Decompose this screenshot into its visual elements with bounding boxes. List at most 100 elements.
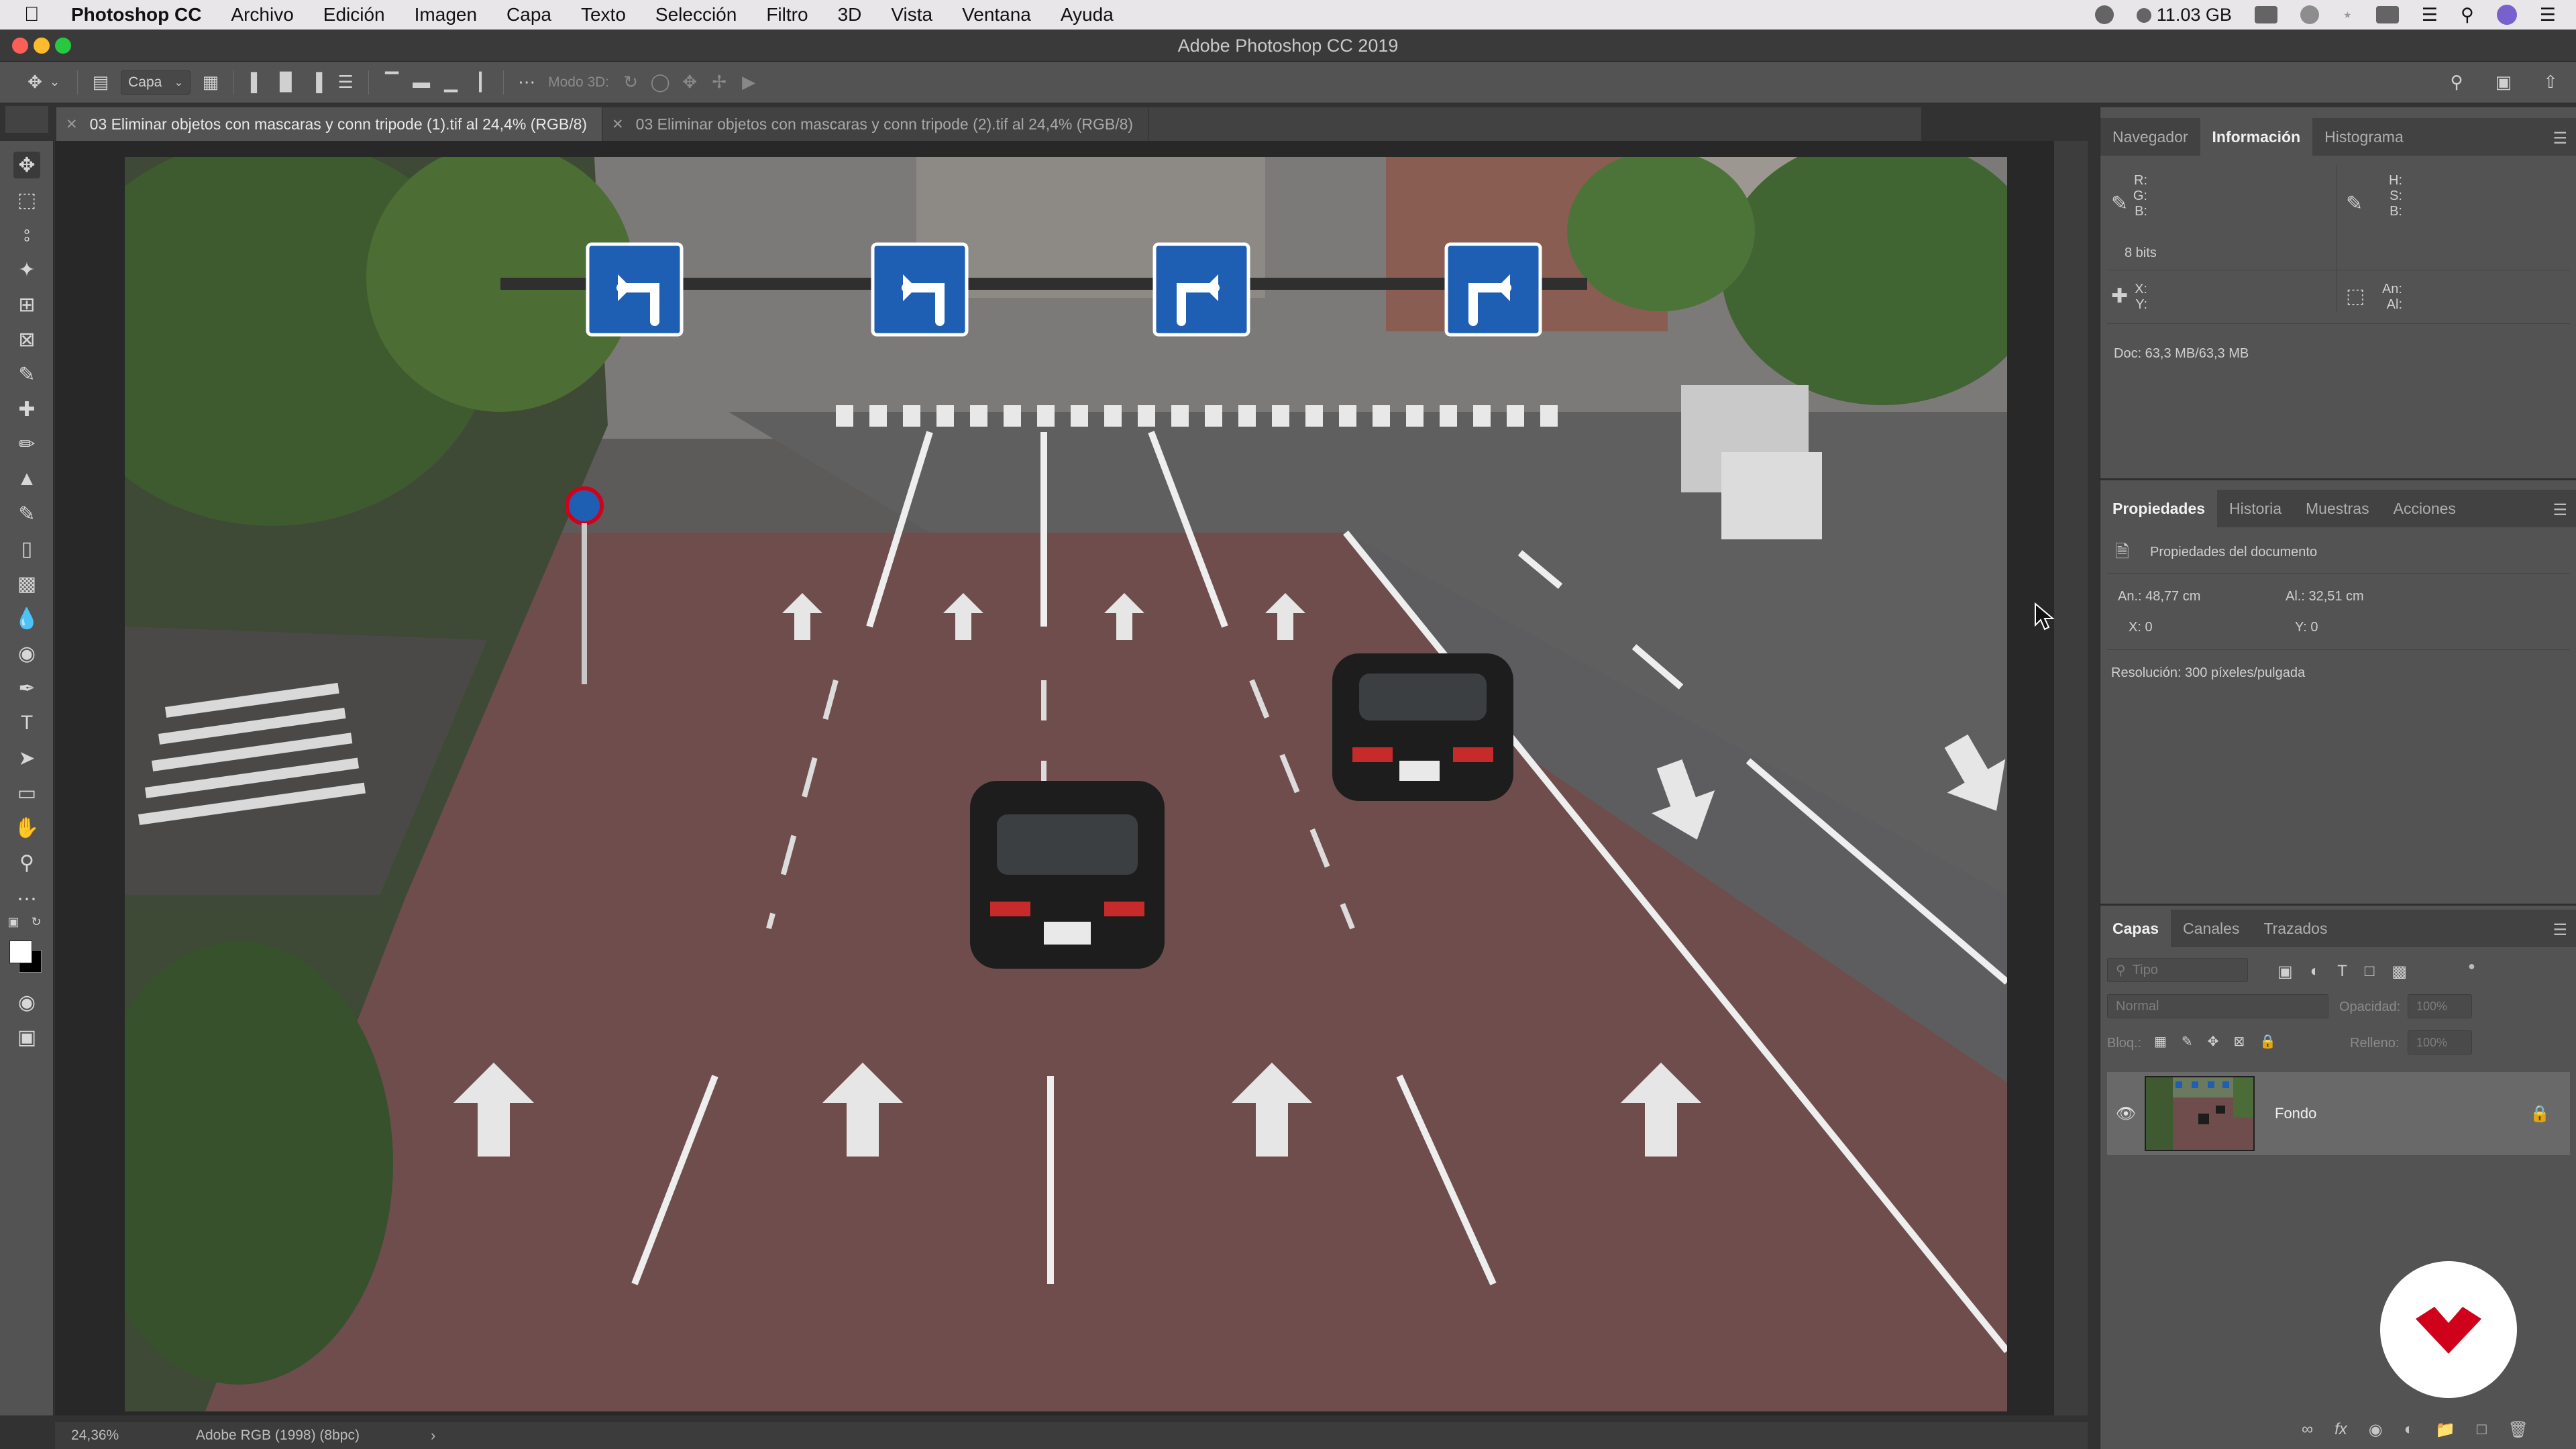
menu-texto[interactable]: Texto <box>566 4 641 25</box>
more-options-icon[interactable]: ⋯ <box>512 68 541 97</box>
healing-brush-tool-icon[interactable]: ✚ <box>13 396 40 423</box>
menu-3d[interactable]: 3D <box>823 4 877 25</box>
vertical-scrollbar[interactable] <box>2054 141 2088 1415</box>
new-layer-icon[interactable]: □ <box>2477 1420 2487 1440</box>
layer-filter-select[interactable]: ⚲ Tipo <box>2107 958 2248 982</box>
document-canvas[interactable] <box>125 157 2007 1411</box>
notification-center-icon[interactable]: ☰ <box>2540 5 2556 25</box>
lock-all-icon[interactable]: 🔒 <box>2259 1033 2276 1050</box>
close-tab-icon[interactable]: ✕ <box>612 116 624 133</box>
layer-name[interactable]: Fondo <box>2275 1105 2316 1122</box>
filter-shape-icon[interactable]: □ <box>2365 962 2375 981</box>
tab-propiedades[interactable]: Propiedades <box>2100 490 2218 527</box>
blur-tool-icon[interactable]: 💧 <box>13 605 40 632</box>
eraser-tool-icon[interactable]: ▯ <box>13 535 40 562</box>
tool-preset-dropdown-icon[interactable]: ⌄ <box>50 75 60 89</box>
move-tool-icon[interactable]: ✥ <box>13 152 40 178</box>
auto-select-target-select[interactable]: Capa ⌄ <box>121 70 191 95</box>
quick-selection-tool-icon[interactable]: ✦ <box>13 256 40 283</box>
bluetooth-icon[interactable]: ⋆ <box>2342 5 2353 25</box>
filter-pixel-icon[interactable]: ▣ <box>2277 962 2293 981</box>
pen-tool-icon[interactable]: ✒ <box>13 675 40 702</box>
panel-menu-icon[interactable]: ☰ <box>2553 920 2567 940</box>
distribute-h-icon[interactable]: ☰ <box>331 68 360 97</box>
zoom-tool-icon[interactable]: ⚲ <box>13 849 40 876</box>
screen-mode-icon[interactable]: ▣ <box>13 1024 40 1051</box>
filter-adjustment-icon[interactable]: ◐ <box>2310 962 2320 981</box>
history-brush-tool-icon[interactable]: ✎ <box>13 500 40 527</box>
lock-image-icon[interactable]: ✎ <box>2182 1033 2193 1050</box>
tab-trazados[interactable]: Trazados <box>2251 910 2339 947</box>
tab-muestras[interactable]: Muestras <box>2294 490 2381 527</box>
canvas-workspace[interactable] <box>55 141 2054 1415</box>
document-tab-2[interactable]: ✕ 03 Eliminar objetos con mascaras y con… <box>602 107 1149 141</box>
brush-tool-icon[interactable]: ✏ <box>13 431 40 458</box>
siri-icon[interactable] <box>2496 5 2517 25</box>
link-layers-icon[interactable]: ∞ <box>2302 1420 2313 1440</box>
show-transform-controls-icon[interactable]: ▦ <box>196 68 225 97</box>
search-icon[interactable]: ⚲ <box>2442 68 2471 97</box>
layer-row-fondo[interactable]: 👁 Fondo 🔒 <box>2107 1072 2570 1155</box>
sync-icon[interactable] <box>2300 5 2319 24</box>
display-icon[interactable] <box>2254 6 2277 23</box>
foreground-color-swatch[interactable] <box>9 941 32 963</box>
menu-ayuda[interactable]: Ayuda <box>1046 4 1128 25</box>
filter-type-icon[interactable]: T <box>2337 962 2347 981</box>
lock-transparent-icon[interactable]: ▦ <box>2154 1033 2167 1050</box>
quick-mask-icon[interactable]: ◉ <box>13 989 40 1016</box>
fill-input[interactable]: 100% <box>2408 1030 2472 1055</box>
tab-capas[interactable]: Capas <box>2100 910 2171 947</box>
workspace-switcher-icon[interactable]: ▣ <box>2489 68 2518 97</box>
tab-informacion[interactable]: Información <box>2200 118 2313 156</box>
layer-style-icon[interactable]: fx <box>2334 1420 2347 1440</box>
spotlight-search-icon[interactable]: ⚲ <box>2461 5 2474 25</box>
rectangle-tool-icon[interactable]: ▭ <box>13 780 40 806</box>
edit-toolbar-icon[interactable]: ⋯ <box>13 885 40 912</box>
menu-edicion[interactable]: Edición <box>309 4 400 25</box>
tab-acciones[interactable]: Acciones <box>2381 490 2468 527</box>
apple-icon[interactable]:  <box>24 3 51 26</box>
memory-indicator[interactable]: 11.03 GB <box>2137 5 2232 25</box>
tab-historia[interactable]: Historia <box>2217 490 2294 527</box>
gradient-tool-icon[interactable]: ▩ <box>13 570 40 597</box>
menu-imagen[interactable]: Imagen <box>400 4 492 25</box>
frame-tool-icon[interactable]: ⊠ <box>13 326 40 353</box>
delete-layer-icon[interactable]: 🗑 <box>2508 1420 2528 1440</box>
tab-navegador[interactable]: Navegador <box>2100 118 2200 156</box>
align-top-icon[interactable]: ▔ <box>377 68 407 97</box>
move-tool-preset-icon[interactable]: ✥ <box>20 68 50 97</box>
zoom-window-button[interactable] <box>55 38 71 54</box>
align-middle-v-icon[interactable]: ▬ <box>407 68 436 97</box>
path-selection-tool-icon[interactable]: ➤ <box>13 745 40 771</box>
hand-tool-icon[interactable]: ✋ <box>13 814 40 841</box>
minimize-window-button[interactable] <box>34 38 50 54</box>
filter-smartobject-icon[interactable]: ▩ <box>2392 962 2407 981</box>
align-bottom-icon[interactable]: ▁ <box>436 68 466 97</box>
tab-histograma[interactable]: Histograma <box>2312 118 2416 156</box>
panel-menu-icon[interactable]: ☰ <box>2553 500 2567 520</box>
tab-canales[interactable]: Canales <box>2171 910 2251 947</box>
menu-capa[interactable]: Capa <box>492 4 566 25</box>
document-tab-1[interactable]: ✕ 03 Eliminar objetos con mascaras y con… <box>56 107 603 141</box>
swap-colors-icon[interactable]: ↻ <box>27 912 46 931</box>
toolbar-grip[interactable] <box>5 106 48 133</box>
auto-select-icon[interactable]: ▤ <box>86 68 115 97</box>
distribute-v-icon[interactable]: ┃ <box>466 68 495 97</box>
wifi-icon[interactable]: ☰ <box>2422 5 2438 25</box>
lock-icon[interactable]: 🔒 <box>2530 1104 2550 1124</box>
lock-position-icon[interactable]: ✥ <box>2208 1033 2219 1050</box>
menu-app-name[interactable]: Photoshop CC <box>51 4 216 25</box>
type-tool-icon[interactable]: T <box>13 710 40 737</box>
add-mask-icon[interactable]: ◉ <box>2369 1420 2383 1440</box>
eye-icon[interactable]: 👁 <box>2107 1104 2145 1124</box>
blend-mode-select[interactable]: Normal <box>2107 994 2328 1018</box>
close-window-button[interactable] <box>12 38 28 54</box>
opacity-input[interactable]: 100% <box>2408 994 2472 1018</box>
creative-cloud-icon[interactable] <box>2095 5 2114 24</box>
menu-ventana[interactable]: Ventana <box>947 4 1046 25</box>
align-left-icon[interactable]: ▌ <box>242 68 272 97</box>
share-icon[interactable]: ⇧ <box>2536 68 2565 97</box>
clone-stamp-tool-icon[interactable]: ▲ <box>13 466 40 492</box>
lock-artboard-icon[interactable]: ⊠ <box>2233 1033 2245 1050</box>
airplay-icon[interactable] <box>2375 6 2399 23</box>
